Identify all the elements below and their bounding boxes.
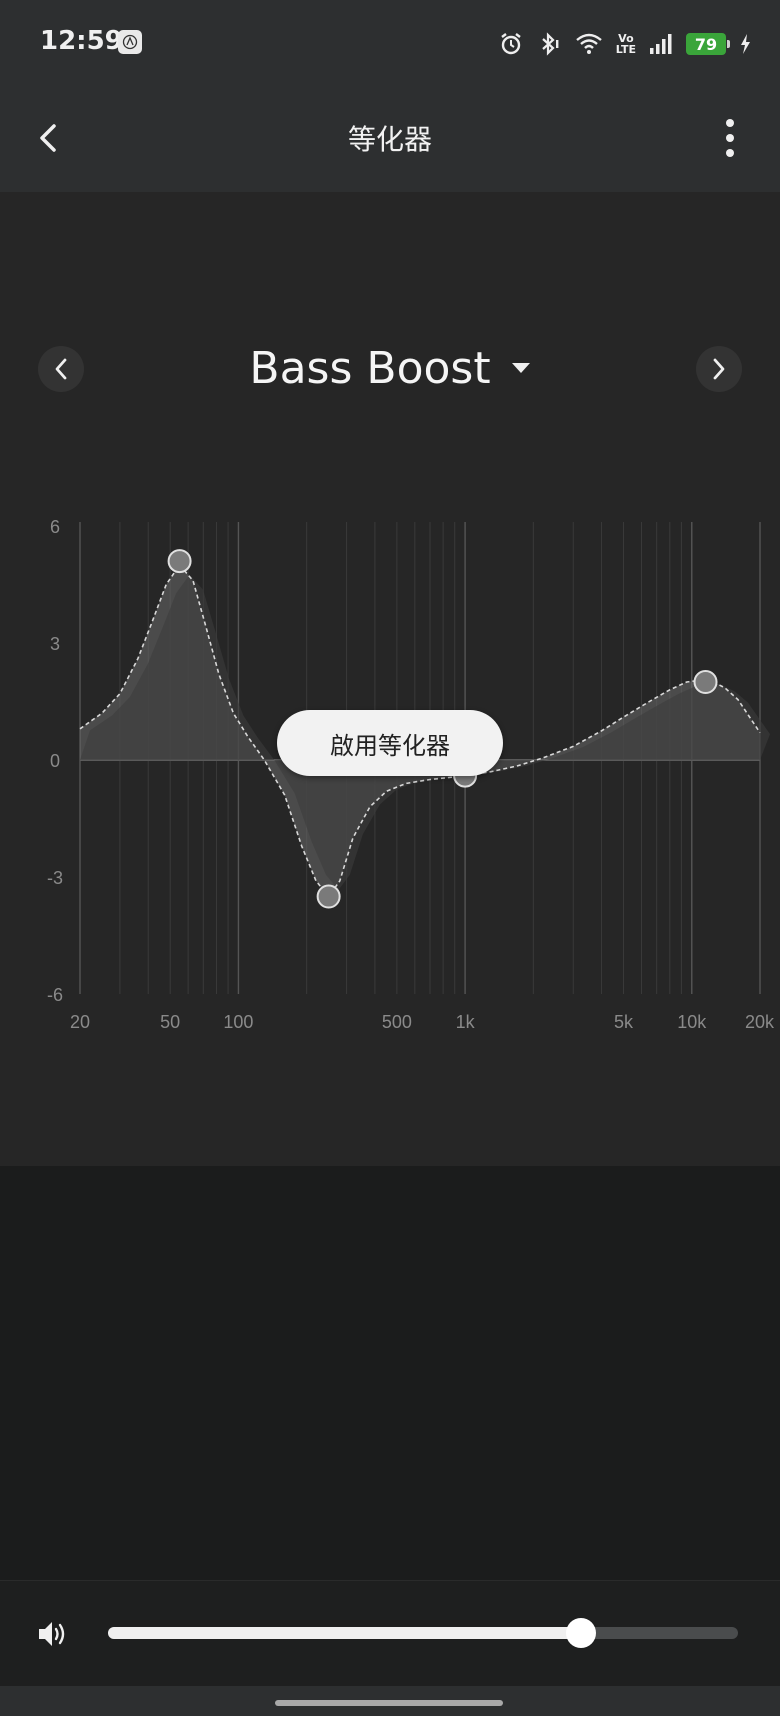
alarm-icon bbox=[498, 31, 524, 57]
equalizer-panel: Bass Boost 6 3 0 -3 -6 20 50 100 500 1k 5k 10k 20k 啟… bbox=[0, 192, 780, 1166]
page-title: 等化器 bbox=[347, 123, 432, 156]
x-tick-label: 1k bbox=[456, 1012, 476, 1032]
app-bar: 等化器 bbox=[0, 88, 780, 192]
battery-icon: 79 bbox=[686, 33, 730, 55]
y-tick-label: -3 bbox=[47, 868, 63, 888]
volume-fill bbox=[108, 1627, 581, 1639]
x-tick-label: 500 bbox=[382, 1012, 412, 1032]
x-tick-label: 20k bbox=[745, 1012, 775, 1032]
volte-icon: Vo LTE bbox=[615, 32, 636, 56]
more-vertical-icon bbox=[726, 119, 734, 157]
x-tick-label: 5k bbox=[614, 1012, 634, 1032]
eq-band-handle bbox=[167, 549, 192, 574]
volume-thumb[interactable] bbox=[565, 1618, 596, 1648]
bluetooth-icon bbox=[536, 31, 562, 57]
equalizer-chart[interactable]: 6 3 0 -3 -6 20 50 100 500 1k 5k 10k 20k bbox=[0, 192, 780, 1072]
audio-technica-logo-icon bbox=[118, 30, 142, 54]
y-tick-label: -6 bbox=[47, 985, 63, 1005]
status-time: 12:59 bbox=[40, 26, 123, 56]
wifi-icon bbox=[574, 31, 604, 57]
signal-icon bbox=[648, 32, 674, 56]
enable-equalizer-button[interactable]: 啟用等化器 bbox=[277, 710, 503, 776]
eq-band-handle bbox=[693, 670, 718, 694]
volume-slider[interactable] bbox=[108, 1618, 738, 1648]
status-icons: Vo LTE 79 bbox=[498, 24, 752, 64]
y-tick-label: 6 bbox=[50, 517, 60, 537]
charging-icon bbox=[738, 32, 752, 56]
x-tick-label: 50 bbox=[160, 1012, 180, 1032]
gesture-nav-area bbox=[0, 1686, 780, 1716]
x-tick-label: 20 bbox=[70, 1012, 90, 1032]
x-tick-label: 100 bbox=[223, 1012, 253, 1032]
eq-band-handle bbox=[316, 884, 341, 909]
status-bar: 12:59 Vo LTE 79 bbox=[0, 0, 780, 88]
volume-bar bbox=[0, 1580, 780, 1687]
home-indicator[interactable] bbox=[275, 1700, 503, 1706]
y-tick-label: 3 bbox=[50, 634, 60, 654]
x-tick-label: 10k bbox=[677, 1012, 707, 1032]
y-tick-label: 0 bbox=[50, 751, 60, 771]
more-options-button[interactable] bbox=[708, 116, 752, 160]
speaker-volume-icon[interactable] bbox=[36, 1619, 68, 1653]
